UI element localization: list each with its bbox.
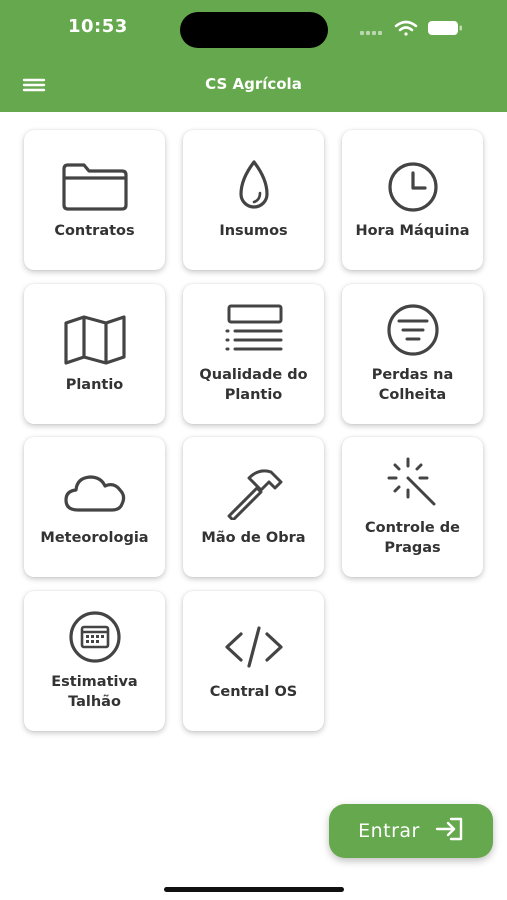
login-icon <box>434 817 464 845</box>
folder-icon <box>60 159 130 213</box>
dynamic-island <box>180 12 328 48</box>
cloud-icon <box>60 466 130 520</box>
tile-label: Meteorologia <box>40 530 149 546</box>
tile-estimativa-talhao[interactable]: Estimativa Talhão <box>24 591 165 731</box>
tile-contratos[interactable]: Contratos <box>24 130 165 270</box>
tile-label: Controle de Pragas <box>364 520 461 556</box>
tile-mao-de-obra[interactable]: Mão de Obra <box>183 437 324 577</box>
signal-icon <box>360 31 382 35</box>
tile-controle-de-pragas[interactable]: Controle de Pragas <box>342 437 483 577</box>
list-icon <box>219 303 289 357</box>
wifi-icon <box>394 20 418 36</box>
app-header: 10:53 CS Agrícola <box>0 0 507 112</box>
status-time: 10:53 <box>68 16 128 37</box>
tile-meteorologia[interactable]: Meteorologia <box>24 437 165 577</box>
tile-label: Contratos <box>54 223 135 239</box>
tile-plantio[interactable]: Plantio <box>24 284 165 424</box>
tile-label: Hora Máquina <box>355 223 470 239</box>
calendar-circle-icon <box>60 610 130 664</box>
tile-label: Mão de Obra <box>201 530 306 546</box>
enter-button[interactable]: Entrar <box>329 804 493 858</box>
magic-wand-icon <box>378 456 448 510</box>
tile-label: Insumos <box>219 223 288 239</box>
drop-icon <box>219 159 289 213</box>
clock-icon <box>378 159 448 213</box>
tile-label: Estimativa Talhão <box>51 674 138 710</box>
enter-button-label: Entrar <box>358 820 420 842</box>
tile-label: Perdas na Colheita <box>371 367 454 403</box>
code-icon <box>219 620 289 674</box>
home-indicator <box>164 887 344 892</box>
app-title: CS Agrícola <box>205 75 302 93</box>
tile-label: Plantio <box>65 377 124 393</box>
hammer-icon <box>219 466 289 520</box>
tile-label: Qualidade do Plantio <box>199 367 308 403</box>
tile-insumos[interactable]: Insumos <box>183 130 324 270</box>
map-icon <box>60 313 130 367</box>
filter-circle-icon <box>378 303 448 357</box>
tile-hora-maquina[interactable]: Hora Máquina <box>342 130 483 270</box>
tile-qualidade-do-plantio[interactable]: Qualidade do Plantio <box>183 284 324 424</box>
battery-icon <box>428 21 462 35</box>
status-icons <box>358 17 468 39</box>
tile-perdas-na-colheita[interactable]: Perdas na Colheita <box>342 284 483 424</box>
tile-label: Central OS <box>209 684 298 700</box>
tile-central-os[interactable]: Central OS <box>183 591 324 731</box>
